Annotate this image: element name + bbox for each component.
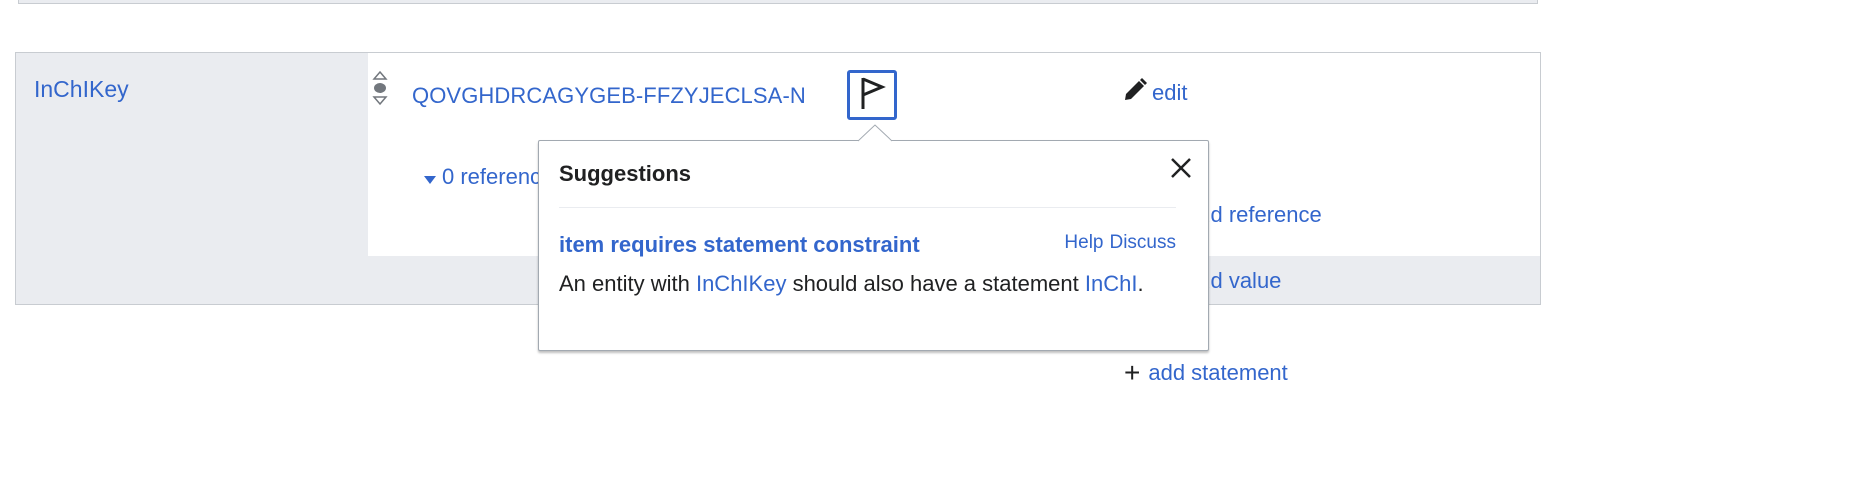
add-statement-label: add statement (1148, 360, 1288, 385)
flag-icon (858, 75, 886, 116)
suggestions-flag-button[interactable] (847, 70, 897, 120)
page: InChIKey QOVGHDRCAGYGEB-FFZYJECLSA-N edi… (0, 0, 1874, 478)
desc-required-property-link[interactable]: InChI (1085, 271, 1138, 296)
pencil-icon (1122, 77, 1148, 109)
previous-statement-group (18, 0, 1538, 4)
edit-label: edit (1152, 80, 1188, 105)
popup-divider (559, 207, 1176, 208)
desc-middle: should also have a statement (786, 271, 1085, 296)
desc-prefix: An entity with (559, 271, 696, 296)
close-icon[interactable] (1168, 155, 1194, 181)
constraint-name-link[interactable]: item requires statement constraint (559, 232, 920, 258)
rank-selector-icon[interactable] (372, 70, 388, 106)
desc-property-link[interactable]: InChIKey (696, 271, 787, 296)
triangle-down-icon (424, 164, 436, 190)
help-link[interactable]: Help (1064, 232, 1103, 254)
statement-value-link[interactable]: QOVGHDRCAGYGEB-FFZYJECLSA-N (412, 83, 806, 109)
discuss-link[interactable]: Discuss (1109, 232, 1176, 254)
edit-button[interactable]: edit (1122, 77, 1187, 109)
popup-arrow (857, 124, 893, 142)
property-label-link[interactable]: InChIKey (34, 76, 129, 103)
popup-title: Suggestions (559, 161, 692, 186)
plus-icon: + (1124, 357, 1141, 388)
add-statement-button[interactable]: + add statement (1124, 357, 1288, 388)
popup-help-links: Help Discuss (1064, 232, 1176, 254)
desc-suffix: . (1137, 271, 1144, 296)
suggestions-popup: Suggestions item requires statement cons… (538, 140, 1209, 351)
constraint-description: An entity with InChIKey should also have… (559, 267, 1159, 300)
